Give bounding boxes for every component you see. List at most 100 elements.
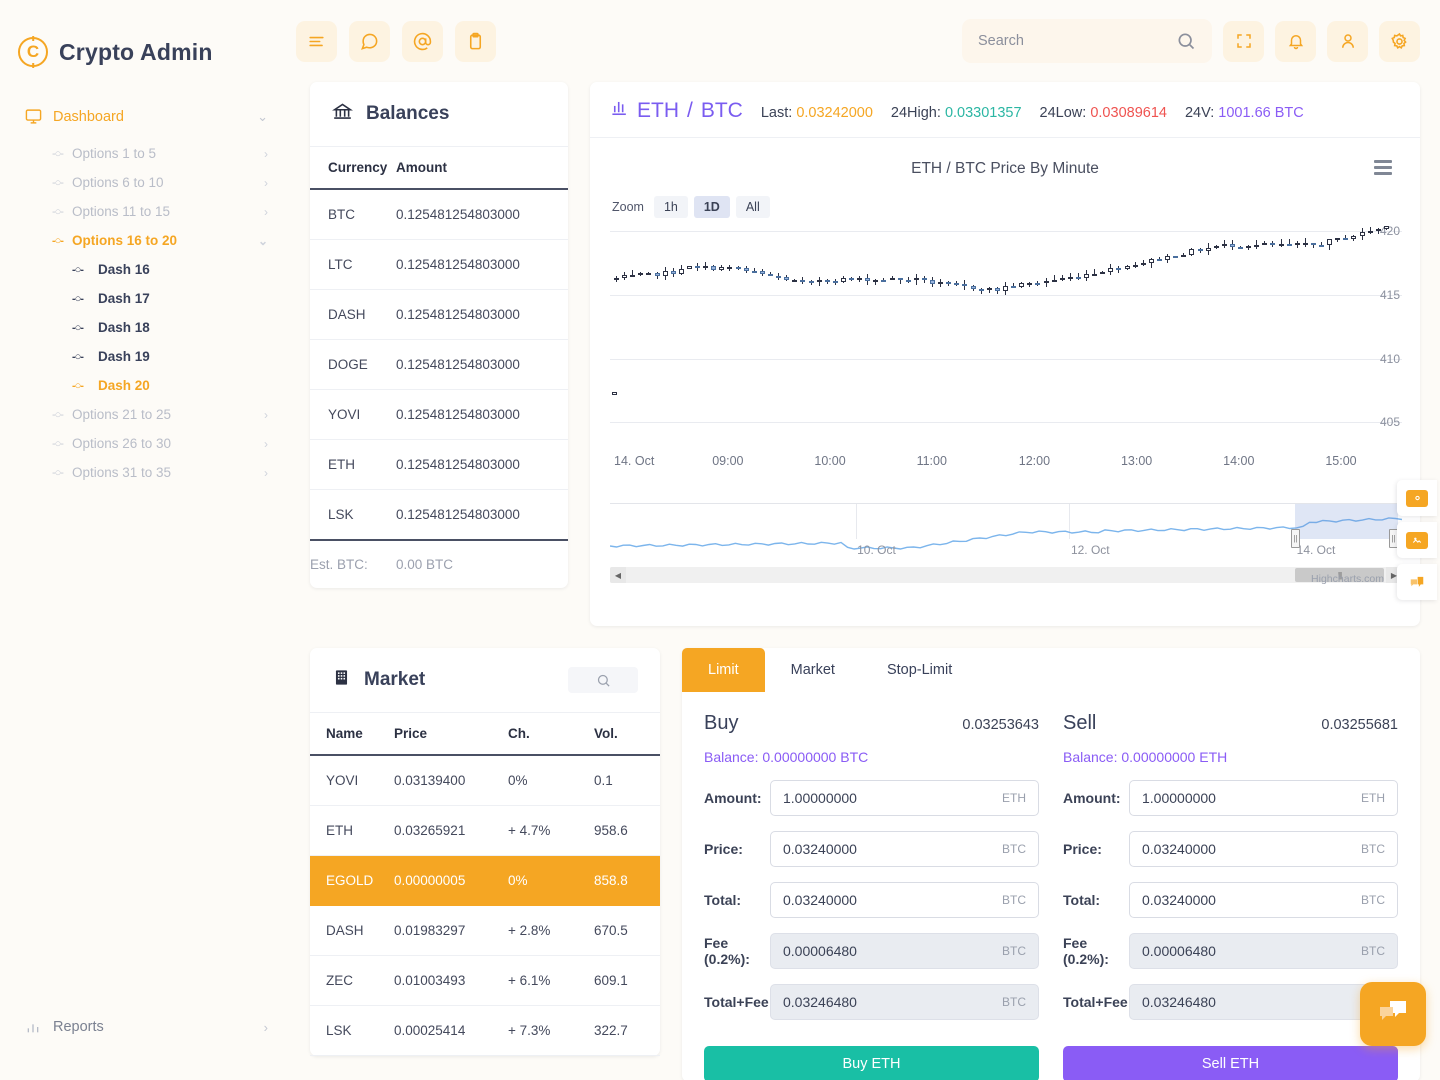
table-row[interactable]: ETH 0.03265921 + 4.7% 958.6 (310, 805, 660, 856)
buy-price-field[interactable]: BTC (770, 831, 1039, 867)
zoom-1d-button[interactable]: 1D (693, 196, 730, 218)
trade-buttons: Buy ETH Sell ETH (682, 1030, 1420, 1080)
buy-button[interactable]: Buy ETH (704, 1046, 1039, 1080)
sell-title: Sell (1063, 712, 1097, 734)
brand[interactable]: C Crypto Admin (0, 0, 290, 82)
tab-stop-limit[interactable]: Stop-Limit (861, 648, 978, 692)
scroll-left-arrow[interactable]: ◀ (610, 567, 626, 583)
trade-card: Limit Market Stop-Limit Buy 0.03253643 B… (682, 648, 1420, 1080)
sell-amount-field[interactable]: ETH (1129, 780, 1398, 816)
tab-market[interactable]: Market (765, 648, 861, 692)
bullet-icon: -○- (72, 379, 84, 392)
sidebar-subitem-options-26-30[interactable]: -○- Options 26 to 30 › (0, 429, 290, 458)
sell-total-field[interactable]: BTC (1129, 882, 1398, 918)
sidebar-subitem-options-6-10[interactable]: -○- Options 6 to 10 › (0, 168, 290, 197)
sidebar-item-label: Reports (53, 1019, 104, 1035)
search-box[interactable] (962, 19, 1212, 63)
clipboard-icon[interactable] (455, 20, 496, 62)
chart-scrollbar[interactable]: ◀ ||| ▶ (610, 567, 1402, 583)
table-row[interactable]: LSK 0.00025414 + 7.3% 322.7 (310, 1005, 660, 1056)
table-row-highlighted[interactable]: EGOLD 0.00000005 0% 858.8 (310, 855, 660, 906)
sell-button[interactable]: Sell ETH (1063, 1046, 1398, 1080)
chat-icon[interactable] (349, 20, 390, 62)
market-search-icon[interactable] (568, 667, 638, 693)
sidebar-subitem-options-11-15[interactable]: -○- Options 11 to 15 › (0, 197, 290, 226)
chat-fab-button[interactable] (1360, 982, 1426, 1046)
cell-name: DASH (310, 905, 394, 956)
sidebar-dash-label: Dash 20 (98, 378, 150, 393)
low-price: 24Low: 0.03089614 (1040, 105, 1167, 121)
bell-icon[interactable] (1275, 20, 1316, 62)
menu-icon[interactable] (296, 20, 337, 62)
at-icon[interactable] (402, 20, 443, 62)
cell-price: 0.00025414 (394, 1005, 508, 1056)
sidebar-subitem-options-21-25[interactable]: -○- Options 21 to 25 › (0, 400, 290, 429)
table-row[interactable]: BTC 0.125481254803000 (310, 189, 568, 240)
buy-total-input[interactable] (783, 892, 994, 908)
balances-card: Balances Currency Amount BTC 0.1254812548… (310, 82, 568, 588)
table-row[interactable]: DOGE 0.125481254803000 (310, 339, 568, 390)
table-row[interactable]: ZEC 0.01003493 + 6.1% 609.1 (310, 955, 660, 1006)
navigator-handle-left[interactable]: || (1291, 529, 1301, 548)
sidebar-subitem-options-16-20[interactable]: -○- Options 16 to 20 ⌄ (0, 226, 290, 255)
chevron-right-icon: › (264, 436, 268, 451)
sell-rate: 0.03255681 (1321, 717, 1398, 733)
table-row[interactable]: DASH 0.01983297 + 2.8% 670.5 (310, 905, 660, 956)
buy-amount-field[interactable]: ETH (770, 780, 1039, 816)
sidebar-item-dashboard[interactable]: Dashboard ⌄ (0, 94, 290, 139)
table-row[interactable]: DASH 0.125481254803000 (310, 289, 568, 340)
chart-navigator[interactable]: 10. Oct 12. Oct 14. Oct || || ◀ ||| ▶ Hi… (610, 503, 1402, 585)
sidebar-dash-17[interactable]: -○- Dash 17 (0, 284, 290, 313)
highcharts-credit[interactable]: Highcharts.com (1311, 573, 1384, 585)
sidebar-dash-19[interactable]: -○- Dash 19 (0, 342, 290, 371)
buy-price-input[interactable] (783, 841, 994, 857)
search-input[interactable] (978, 33, 1176, 49)
bullet-icon: -○- (72, 292, 84, 305)
sidebar-item-reports[interactable]: Reports › (0, 487, 290, 1080)
sidebar-dash-label: Dash 18 (98, 320, 150, 335)
cell-name: EGOLD (310, 855, 394, 906)
sidebar-dash-18[interactable]: -○- Dash 18 (0, 313, 290, 342)
chat-bubbles-icon (1377, 998, 1409, 1031)
table-row[interactable]: LSK 0.125481254803000 (310, 489, 568, 541)
cell-change: + 4.7% (508, 805, 594, 856)
tab-limit[interactable]: Limit (682, 648, 765, 692)
buy-amount-input[interactable] (783, 790, 994, 806)
sell-total-input[interactable] (1142, 892, 1353, 908)
sell-price-field[interactable]: BTC (1129, 831, 1398, 867)
sidebar-subitem-options-31-35[interactable]: -○- Options 31 to 35 › (0, 458, 290, 487)
sidebar-dash-20[interactable]: -○- Dash 20 (0, 371, 290, 400)
sidebar-subitem-options-1-5[interactable]: -○- Options 1 to 5 › (0, 139, 290, 168)
gear-icon[interactable] (1379, 20, 1420, 62)
sidebar-dash-16[interactable]: -○- Dash 16 (0, 255, 290, 284)
buy-totalfee-row: Total+Fee: BTC (704, 984, 1039, 1020)
comment-icon[interactable] (1397, 564, 1437, 600)
table-row[interactable]: YOVI 0.03139400 0% 0.1 (310, 755, 660, 806)
search-icon[interactable] (1176, 31, 1196, 51)
candlestick-plot[interactable]: 405 410 415 420 14. Oct 09:00 10:00 11:00 12:00 1… (610, 218, 1402, 468)
camera-icon[interactable] (1397, 480, 1437, 516)
table-row[interactable]: ETH 0.125481254803000 (310, 439, 568, 490)
cell-amount: 0.125481254803000 (396, 189, 568, 240)
buy-fee-field: BTC (770, 933, 1039, 969)
main-area: Balances Currency Amount BTC0.1254812548… (290, 0, 1440, 1080)
table-row[interactable]: LTC 0.125481254803000 (310, 239, 568, 290)
table-row[interactable]: YOVI 0.125481254803000 (310, 389, 568, 440)
user-icon[interactable] (1327, 20, 1368, 62)
sell-amount-input[interactable] (1142, 790, 1353, 806)
sell-price-row: Price: BTC (1063, 831, 1398, 867)
hamburger-menu-icon[interactable] (1374, 160, 1392, 175)
sell-price-input[interactable] (1142, 841, 1353, 857)
balances-title: Balances (366, 103, 450, 124)
zoom-1h-button[interactable]: 1h (653, 196, 688, 218)
buy-balance-label: Balance: (704, 749, 759, 765)
sell-fee-field: BTC (1129, 933, 1398, 969)
fullscreen-icon[interactable] (1223, 20, 1264, 62)
cell-amount: 0.125481254803000 (396, 489, 568, 541)
x-axis-tick: 11:00 (916, 454, 947, 468)
zoom-all-button[interactable]: All (735, 196, 770, 218)
image-icon[interactable] (1397, 522, 1437, 558)
price-chart-card: ETH / BTC Last: 0.03242000 24High: 0.033… (590, 82, 1420, 626)
dashboard-content: Balances Currency Amount BTC 0.1254812548… (290, 82, 1440, 1080)
buy-total-field[interactable]: BTC (770, 882, 1039, 918)
